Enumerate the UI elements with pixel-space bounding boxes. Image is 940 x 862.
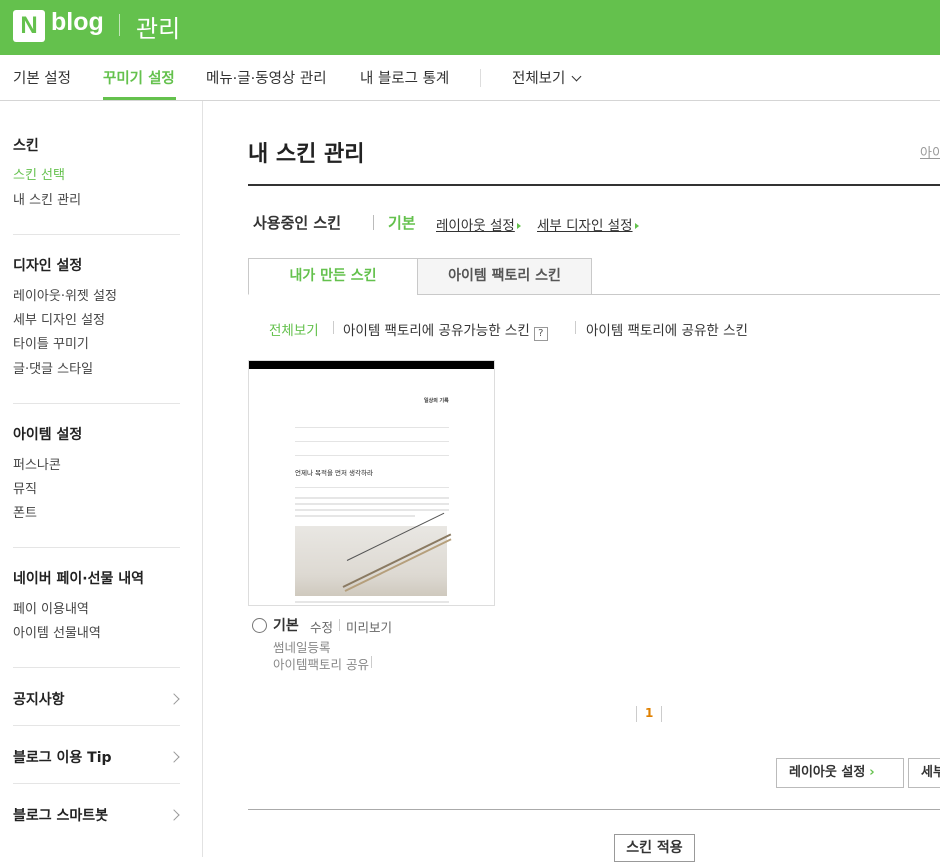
chevron-right-icon (168, 693, 180, 705)
factory-share-link[interactable]: 아이템팩토리 공유 (273, 654, 369, 673)
detail-design-link[interactable]: 세부 디자인 설정 (537, 214, 639, 234)
nav-blog-stats[interactable]: 내 블로그 통계 (360, 67, 449, 88)
chevron-down-icon (571, 71, 582, 82)
sub-navigation: 기본 설정 꾸미기 설정 메뉴·글·동영상 관리 내 블로그 통계 전체보기 (0, 55, 940, 101)
skin-preview-rule (295, 427, 449, 428)
skin-preview-post-title: 언제나 목적을 먼저 생각하라 (295, 469, 373, 477)
nav-view-all-label: 전체보기 (512, 71, 566, 87)
pagination-current-page[interactable]: 1 (645, 706, 653, 720)
sidebar-link-notice[interactable]: 공지사항 (13, 689, 65, 709)
sidebar-divider (13, 783, 180, 784)
filter-all[interactable]: 전체보기 (269, 319, 319, 339)
sidebar-item-post-comment-style[interactable]: 글·댓글 스타일 (13, 358, 93, 377)
top-header-bar: N blog 관리 (0, 0, 940, 55)
bottom-divider (248, 809, 940, 810)
skin-select-radio[interactable] (252, 618, 267, 633)
sidebar-link-smartbot[interactable]: 블로그 스마트봇 (13, 805, 108, 825)
triangle-right-icon (634, 223, 639, 229)
sidebar-divider (13, 725, 180, 726)
nav-basic-settings[interactable]: 기본 설정 (13, 67, 71, 88)
skin-thumbnail[interactable]: 일상의 기록 언제나 목적을 먼저 생각하라 (248, 360, 495, 606)
skin-preview-image (295, 512, 452, 596)
tab-item-factory-skins[interactable]: 아이템 팩토리 스킨 (417, 258, 592, 295)
sidebar-heading-pay: 네이버 페이·선물 내역 (13, 571, 144, 587)
skin-preview-rule (295, 441, 449, 442)
sidebar-item-music[interactable]: 뮤직 (13, 478, 37, 497)
nav-decoration-settings[interactable]: 꾸미기 설정 (103, 67, 175, 88)
in-use-skin-label: 사용중인 스킨 (253, 214, 342, 232)
sidebar-heading-items: 아이템 설정 (13, 427, 83, 443)
skin-preview-stair-rail (346, 512, 445, 561)
tab-my-skins[interactable]: 내가 만든 스킨 (248, 258, 418, 295)
skin-preview-rule (295, 487, 449, 488)
sidebar-item-pay-history[interactable]: 페이 이용내역 (13, 598, 89, 617)
sidebar-heading-skin: 스킨 (13, 138, 39, 154)
title-divider (248, 184, 940, 186)
filter-shareable[interactable]: 아이템 팩토리에 공유가능한 스킨? (343, 319, 548, 341)
sidebar-divider (13, 667, 180, 668)
filter-shared[interactable]: 아이템 팩토리에 공유한 스킨 (586, 319, 748, 339)
skin-edit-link[interactable]: 수정 (310, 617, 333, 636)
sidebar-item-detail-design[interactable]: 세부 디자인 설정 (13, 309, 105, 328)
sidebar-divider (13, 403, 180, 404)
sidebar-divider (13, 547, 180, 548)
skin-link-divider (339, 619, 340, 631)
skin-preview-stair (344, 538, 452, 592)
filter-divider (333, 321, 334, 334)
layout-settings-button[interactable]: 레이아웃 설정 › (776, 758, 904, 788)
apply-skin-button[interactable]: 스킨 적용 (614, 834, 695, 862)
layout-settings-link[interactable]: 레이아웃 설정 (436, 214, 521, 234)
detail-design-link-label: 세부 디자인 설정 (537, 218, 633, 234)
skin-preview-text-line (295, 515, 415, 517)
in-use-skin-name: 기본 (388, 214, 416, 232)
skin-preview-rule (295, 455, 449, 456)
help-icon[interactable]: ? (533, 327, 548, 341)
chevron-right-icon (168, 809, 180, 821)
sidebar-item-title-decor[interactable]: 타이틀 꾸미기 (13, 333, 89, 352)
sidebar-item-my-skin[interactable]: 내 스킨 관리 (13, 189, 81, 208)
nav-menu-post-video[interactable]: 메뉴·글·동영상 관리 (206, 67, 327, 88)
triangle-right-icon (516, 223, 521, 229)
page-right-link[interactable]: 아이 (920, 142, 940, 161)
layout-settings-link-label: 레이아웃 설정 (436, 218, 515, 234)
chevron-right-icon: › (869, 765, 875, 780)
in-use-divider (373, 215, 374, 230)
naver-logo[interactable]: N (13, 10, 45, 42)
skin-preview-text-line (295, 503, 449, 505)
sidebar-divider (13, 234, 180, 235)
skin-preview-topbar (249, 361, 494, 369)
filter-divider (575, 321, 576, 334)
chevron-right-icon (168, 751, 180, 763)
detail-design-button-label: 세부 (921, 765, 940, 780)
skin-link-divider (371, 656, 372, 668)
blog-logo-text[interactable]: blog (51, 8, 104, 37)
header-divider (119, 14, 120, 36)
nav-divider (480, 69, 481, 87)
layout-settings-button-label: 레이아웃 설정 (789, 765, 866, 780)
sidebar: 스킨 스킨 선택 내 스킨 관리 디자인 설정 레이아웃·위젯 설정 세부 디자… (0, 101, 203, 857)
sidebar-link-tip[interactable]: 블로그 이용 Tip (13, 747, 112, 767)
detail-design-button[interactable]: 세부 (908, 758, 940, 788)
sidebar-item-skin-select[interactable]: 스킨 선택 (13, 164, 65, 183)
pagination-divider (661, 706, 662, 722)
pagination-divider (636, 706, 637, 722)
sidebar-heading-design: 디자인 설정 (13, 258, 83, 274)
skin-preview-blog-title: 일상의 기록 (424, 398, 449, 404)
header-title[interactable]: 관리 (136, 9, 180, 44)
sidebar-item-layout-widget[interactable]: 레이아웃·위젯 설정 (13, 285, 117, 304)
active-tab-indicator (103, 97, 176, 100)
filter-shareable-label: 아이템 팩토리에 공유가능한 스킨 (343, 323, 530, 339)
sidebar-item-personacon[interactable]: 퍼스나콘 (13, 454, 61, 473)
skin-preview-stair (342, 533, 452, 588)
skin-preview-link[interactable]: 미리보기 (346, 617, 392, 636)
skin-preview-text-line (295, 497, 449, 499)
skin-name: 기본 (273, 618, 299, 634)
sidebar-item-font[interactable]: 폰트 (13, 502, 37, 521)
sidebar-item-gift-history[interactable]: 아이템 선물내역 (13, 622, 101, 641)
skin-preview-text-line (295, 601, 449, 603)
nav-view-all[interactable]: 전체보기 (512, 67, 582, 88)
skin-preview-text-line (295, 509, 449, 511)
page-title: 내 스킨 관리 (248, 142, 365, 167)
